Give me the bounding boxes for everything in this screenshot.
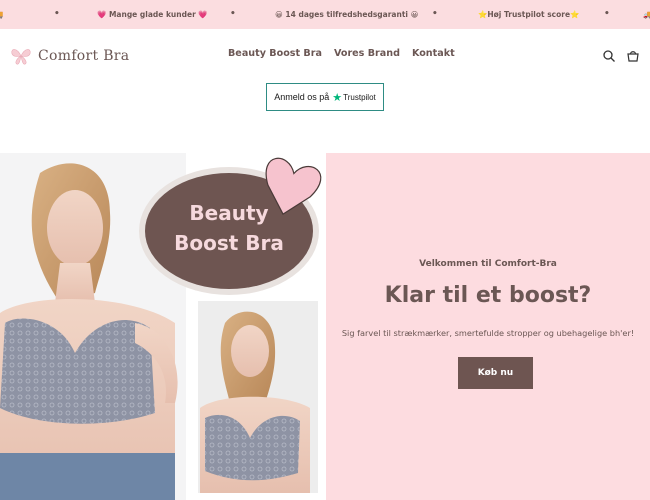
banner-line1: Beauty bbox=[189, 201, 268, 225]
cart-icon[interactable] bbox=[626, 48, 640, 62]
truck-emoji: 🚚 bbox=[0, 10, 3, 19]
header-icons bbox=[592, 48, 640, 62]
trustpilot-star-icon: ★ bbox=[332, 91, 343, 104]
butterfly-logo-icon bbox=[11, 49, 31, 65]
main-nav: Beauty Boost Bra Vores Brand Kontakt bbox=[228, 48, 467, 59]
trustpilot-brand: Trustpilot bbox=[343, 92, 376, 102]
banner-line2: Boost Bra bbox=[174, 231, 284, 255]
search-icon[interactable] bbox=[602, 48, 616, 62]
separator-dot: • bbox=[604, 9, 610, 19]
separator-dot: • bbox=[230, 9, 236, 19]
separator-dot: • bbox=[54, 9, 60, 19]
nav-item-vores-brand[interactable]: Vores Brand bbox=[334, 48, 400, 59]
trustpilot-review-button[interactable]: Anmeld os på ★ Trustpilot bbox=[266, 83, 384, 111]
logo-text: Comfort Bra bbox=[38, 48, 130, 64]
hero-collage-illustration: Beauty Boost Bra bbox=[0, 153, 326, 500]
trustpilot-prefix: Anmeld os på bbox=[274, 92, 330, 102]
site-header: Comfort Bra Beauty Boost Bra Vores Brand… bbox=[0, 29, 650, 81]
announcement-item: 😀 14 dages tilfredshedsgaranti 😀 bbox=[275, 10, 419, 19]
hero-subtext: Sig farvel til strækmærker, smertefulde … bbox=[341, 328, 635, 338]
buy-now-button[interactable]: Køb nu bbox=[458, 357, 533, 389]
welcome-text: Velkommen til Comfort-Bra bbox=[419, 259, 557, 269]
announcement-bar: 🚚 • 💗 Mange glade kunder 💗 • 😀 14 dages … bbox=[0, 0, 650, 29]
hero-image-collage: Beauty Boost Bra bbox=[0, 153, 326, 500]
nav-item-beauty-boost-bra[interactable]: Beauty Boost Bra bbox=[228, 48, 322, 59]
hero-headline: Klar til et boost? bbox=[384, 283, 592, 308]
nav-item-kontakt[interactable]: Kontakt bbox=[412, 48, 455, 59]
announcement-item: 💗 Mange glade kunder 💗 bbox=[97, 10, 208, 19]
hero-content: Velkommen til Comfort-Bra Klar til et bo… bbox=[326, 153, 650, 500]
separator-dot: • bbox=[432, 9, 438, 19]
announcement-item: ⭐Høj Trustpilot score⭐ bbox=[478, 10, 580, 19]
logo[interactable]: Comfort Bra bbox=[10, 45, 129, 67]
truck-emoji: 🚚 bbox=[643, 10, 650, 19]
